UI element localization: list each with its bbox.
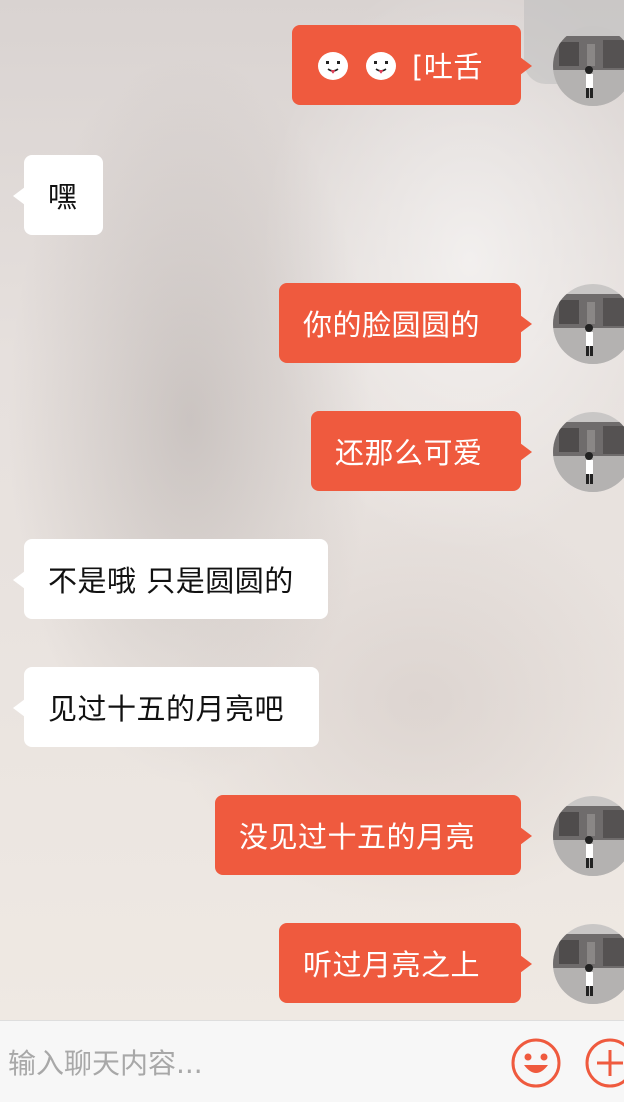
plus-circle-icon (585, 1038, 624, 1088)
tongue-out-emoji-icon (366, 52, 396, 80)
composer-bar (0, 1020, 624, 1102)
message-bubble-outgoing[interactable]: 你的脸圆圆的 (279, 283, 532, 363)
message-text: 没见过十五的月亮 (239, 820, 476, 854)
message-text: 你的脸圆圆的 (303, 308, 481, 342)
message-text: 嘿 (48, 180, 78, 214)
avatar[interactable] (553, 924, 624, 1004)
message-text: 还那么可爱 (335, 436, 483, 470)
avatar[interactable] (553, 796, 624, 876)
message-bubble-incoming[interactable]: 嘿 (13, 155, 103, 235)
message-text: 听过月亮之上 (303, 948, 481, 982)
message-bubble-outgoing[interactable]: 没见过十五的月亮 (215, 795, 532, 875)
message-input[interactable] (8, 1043, 488, 1083)
smiley-face-icon (511, 1038, 561, 1088)
avatar[interactable] (553, 26, 624, 106)
avatar[interactable] (553, 412, 624, 492)
avatar[interactable] (553, 284, 624, 364)
message-bubble-outgoing[interactable]: 还那么可爱 (311, 411, 532, 491)
message-bubble-incoming[interactable]: 不是哦 只是圆圆的 (13, 539, 328, 619)
message-bubble-outgoing[interactable]: [吐舌 (292, 25, 532, 105)
tongue-out-emoji-icon (318, 52, 348, 80)
emoji-button[interactable] (510, 1037, 562, 1089)
message-bubble-incoming[interactable]: 见过十五的月亮吧 (13, 667, 319, 747)
message-bubble-outgoing[interactable]: 听过月亮之上 (279, 923, 532, 1003)
message-text: 不是哦 只是圆圆的 (48, 564, 294, 598)
message-text: 见过十五的月亮吧 (48, 692, 285, 726)
plus-button[interactable] (584, 1037, 624, 1089)
message-text: [吐舌 (412, 50, 483, 84)
